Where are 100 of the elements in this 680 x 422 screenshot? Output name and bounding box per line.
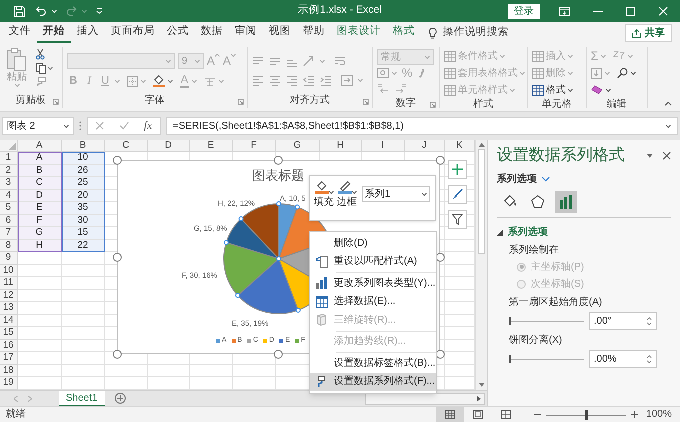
resize-handle[interactable] bbox=[112, 350, 122, 358]
sheet-tab[interactable]: Sheet1 bbox=[59, 390, 105, 406]
ribbon-tab[interactable]: 格式 bbox=[387, 23, 421, 43]
row-header[interactable]: 4 bbox=[0, 190, 18, 202]
cancel-icon[interactable] bbox=[96, 122, 104, 130]
dialog-launcher-icon[interactable] bbox=[53, 99, 59, 105]
ribbon-tab[interactable]: 审阅 bbox=[229, 23, 263, 43]
ribbon-tab[interactable]: 公式 bbox=[161, 23, 195, 43]
ribbon-tab[interactable]: 帮助 bbox=[297, 23, 331, 43]
border-icon[interactable] bbox=[127, 76, 138, 86]
resize-handle[interactable] bbox=[436, 156, 444, 164]
ribbon-tab[interactable]: 页面布局 bbox=[105, 23, 161, 43]
dialog-launcher-icon[interactable] bbox=[430, 102, 436, 108]
column-header[interactable]: A bbox=[18, 140, 62, 152]
share-button[interactable]: 共享 bbox=[625, 24, 672, 42]
ribbon-tab[interactable]: 视图 bbox=[263, 23, 297, 43]
row-header[interactable]: 14 bbox=[0, 314, 18, 327]
save-icon[interactable] bbox=[14, 6, 25, 16]
dialog-launcher-icon[interactable] bbox=[363, 99, 369, 105]
menu-item[interactable]: 选择数据(E)... bbox=[310, 292, 436, 311]
zoom-in-icon[interactable] bbox=[631, 411, 638, 418]
search-icon[interactable] bbox=[617, 68, 628, 78]
text-orientation-icon[interactable] bbox=[303, 56, 315, 66]
currency-icon[interactable] bbox=[377, 68, 389, 78]
sort-filter-icon[interactable] bbox=[613, 50, 626, 62]
collapse-ribbon-icon[interactable] bbox=[665, 102, 672, 106]
ribbon-tab[interactable]: 文件 bbox=[3, 23, 37, 43]
row-header[interactable]: 12 bbox=[0, 290, 18, 302]
column-header[interactable]: J bbox=[405, 140, 445, 152]
maximize-icon[interactable] bbox=[626, 6, 635, 16]
more-icon[interactable] bbox=[79, 121, 82, 131]
row-header[interactable]: 13 bbox=[0, 302, 18, 314]
column-header[interactable]: H bbox=[320, 140, 362, 152]
row-header[interactable]: 19 bbox=[0, 377, 18, 390]
merge-cells-icon[interactable] bbox=[341, 74, 353, 86]
row-header[interactable]: 17 bbox=[0, 352, 18, 364]
resize-handle[interactable] bbox=[112, 252, 122, 262]
column-header[interactable]: C bbox=[105, 140, 148, 152]
row-header[interactable]: 2 bbox=[0, 164, 18, 177]
fill-color-icon[interactable] bbox=[153, 75, 165, 87]
row-header[interactable]: 9 bbox=[0, 252, 18, 264]
chart-filters-button[interactable] bbox=[448, 210, 467, 229]
row-header[interactable]: 5 bbox=[0, 202, 18, 214]
chart-styles-button[interactable] bbox=[448, 185, 467, 204]
tell-me-search[interactable]: 操作说明搜索 bbox=[429, 25, 509, 41]
series-options-dropdown[interactable]: 系列选项 bbox=[497, 172, 550, 187]
formula-field[interactable]: =SERIES(,Sheet1!$A$1:$A$8,Sheet1!$B$1:$B$8,1) bbox=[166, 117, 678, 135]
increase-indent-icon[interactable] bbox=[320, 74, 332, 86]
resize-handle[interactable] bbox=[274, 156, 283, 164]
row-header[interactable]: 15 bbox=[0, 327, 18, 340]
scissors-icon[interactable] bbox=[36, 49, 45, 60]
ribbon-tab[interactable]: 插入 bbox=[71, 23, 105, 43]
menu-item[interactable]: 更改系列图表类型(Y)... bbox=[310, 274, 436, 292]
menu-item[interactable]: 设置数据标签格式(B)... bbox=[310, 354, 436, 372]
fill-button[interactable]: 填充 bbox=[314, 180, 334, 209]
row-header[interactable]: 6 bbox=[0, 214, 18, 227]
column-header[interactable]: E bbox=[190, 140, 233, 152]
menu-item[interactable]: 设置数据系列格式(F)... bbox=[310, 372, 436, 391]
eraser-icon[interactable] bbox=[591, 85, 603, 95]
column-header[interactable]: D bbox=[148, 140, 190, 152]
ribbon-tab[interactable]: 图表设计 bbox=[331, 23, 387, 43]
column-header[interactable]: B bbox=[62, 140, 105, 152]
copy-icon[interactable] bbox=[36, 63, 46, 74]
section-header[interactable]: 系列选项 bbox=[497, 225, 548, 240]
sign-in-button[interactable]: 登录 bbox=[508, 4, 540, 18]
row-header[interactable]: 8 bbox=[0, 240, 18, 252]
ribbon-display-icon[interactable] bbox=[559, 6, 570, 16]
close-icon[interactable] bbox=[663, 152, 671, 160]
column-header[interactable]: F bbox=[233, 140, 276, 152]
row-header[interactable]: 1 bbox=[0, 152, 18, 164]
comma-style-icon[interactable] bbox=[418, 68, 424, 78]
zoom-slider-thumb[interactable] bbox=[584, 410, 588, 420]
ribbon-tab[interactable]: 数据 bbox=[195, 23, 229, 43]
slider-track[interactable] bbox=[509, 316, 584, 326]
wrap-text-icon[interactable] bbox=[334, 56, 346, 66]
row-header[interactable]: 3 bbox=[0, 177, 18, 190]
menu-item[interactable]: 删除(D) bbox=[310, 234, 436, 252]
outline-button[interactable]: 边框 bbox=[337, 180, 357, 209]
scrollbar-thumb[interactable] bbox=[478, 149, 485, 254]
resize-handle[interactable] bbox=[112, 156, 122, 164]
spin-field[interactable]: .00% bbox=[589, 350, 657, 368]
zoom-level[interactable]: 100% bbox=[646, 407, 672, 422]
minimize-icon[interactable] bbox=[592, 10, 602, 12]
row-header[interactable]: 11 bbox=[0, 277, 18, 290]
name-box[interactable]: 图表 2 bbox=[2, 117, 74, 135]
column-header[interactable]: G bbox=[276, 140, 320, 152]
spin-field[interactable]: .00° bbox=[589, 312, 657, 330]
fill-down-icon[interactable] bbox=[591, 68, 602, 78]
undo-icon[interactable] bbox=[36, 6, 47, 16]
new-sheet-icon[interactable] bbox=[114, 393, 126, 404]
redo-icon[interactable] bbox=[66, 6, 77, 16]
vertical-scrollbar[interactable] bbox=[475, 140, 487, 390]
row-header[interactable]: 16 bbox=[0, 340, 18, 352]
row-header[interactable]: 10 bbox=[0, 264, 18, 277]
cells-menu-button[interactable]: 格式 bbox=[532, 82, 582, 98]
view-button[interactable] bbox=[436, 407, 464, 422]
horizontal-scrollbar[interactable] bbox=[365, 392, 485, 404]
menu-item[interactable]: 重设以匹配样式(A) bbox=[310, 252, 436, 271]
row-header[interactable]: 7 bbox=[0, 227, 18, 240]
column-header[interactable]: K bbox=[445, 140, 475, 152]
